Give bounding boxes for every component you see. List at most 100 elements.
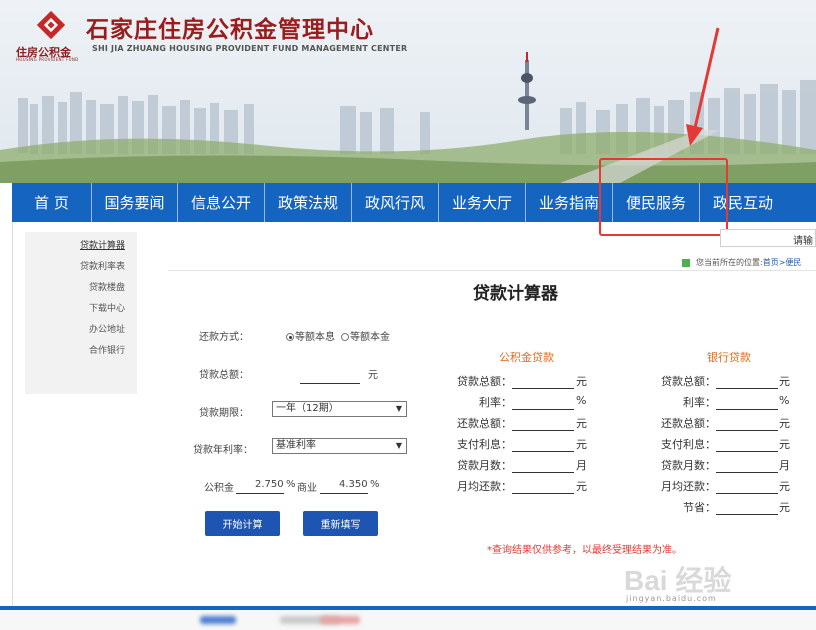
fund-rate-unit: % <box>286 479 296 490</box>
logo-text-en: HOUSING PROVIDENT FUND <box>16 57 79 62</box>
sidebar-item-loan-calculator[interactable]: 贷款计算器 <box>80 238 125 251</box>
radio-unchecked-icon[interactable] <box>341 333 349 341</box>
bank-row-unit: 元 <box>779 375 790 388</box>
fund-row-unit: 月 <box>576 459 587 472</box>
bank-row-label: 还款总额： <box>661 417 716 430</box>
bank-row-value-field <box>716 430 778 431</box>
bank-row-label: 节省： <box>683 501 716 514</box>
nav-item-conduct[interactable]: 政风行风 <box>352 183 439 222</box>
breadcrumb: 您当前所在的位置:首页>便民 <box>682 257 801 268</box>
page: 住房公积金 HOUSING PROVIDENT FUND 石家庄住房公积金管理中… <box>0 0 816 630</box>
bank-row-unit: 元 <box>779 501 790 514</box>
bank-loan-heading: 银行贷款 <box>707 351 751 364</box>
page-title: 贷款计算器 <box>473 284 558 304</box>
nav-item-news[interactable]: 国务要闻 <box>92 183 178 222</box>
nav-item-service-hall[interactable]: 业务大厅 <box>439 183 526 222</box>
loan-amount-label: 贷款总额： <box>199 370 249 381</box>
fund-row-unit: 元 <box>576 417 587 430</box>
repay-method-label: 还款方式： <box>199 332 249 343</box>
sidebar: 贷款计算器 贷款利率表 贷款楼盘 下载中心 办公地址 合作银行 <box>25 232 137 394</box>
fund-rate-input[interactable]: 2.750 <box>255 479 284 490</box>
rate-label: 贷款年利率： <box>193 445 253 456</box>
bank-row-label: 贷款月数： <box>661 459 716 472</box>
dropdown-caret-icon: ▼ <box>395 441 402 450</box>
nav-item-info-disclosure[interactable]: 信息公开 <box>178 183 265 222</box>
fund-row-label: 利率： <box>479 396 512 409</box>
loan-amount-input[interactable] <box>300 383 360 384</box>
bank-row-label: 支付利息： <box>661 438 716 451</box>
breadcrumb-home-link[interactable]: 首页 <box>763 258 779 267</box>
loan-term-value: 一年（12期） <box>276 403 339 414</box>
fund-row-value-field <box>512 451 574 452</box>
header-banner: 住房公积金 HOUSING PROVIDENT FUND 石家庄住房公积金管理中… <box>0 0 816 183</box>
location-icon <box>682 258 690 267</box>
fund-row-unit: 元 <box>576 438 587 451</box>
bank-row-value-field <box>716 409 778 410</box>
fund-row-unit: 元 <box>576 375 587 388</box>
fund-row-value-field <box>512 409 574 410</box>
bank-row-value-field <box>716 451 778 452</box>
rate-select[interactable]: 基准利率 ▼ <box>272 438 407 454</box>
dropdown-caret-icon: ▼ <box>395 404 402 413</box>
loan-term-select[interactable]: 一年（12期） ▼ <box>272 401 407 417</box>
reset-button[interactable]: 重新填写 <box>303 511 378 536</box>
nav-item-home[interactable]: 首 页 <box>12 183 92 222</box>
footer-blurred-text <box>320 616 360 624</box>
repay-option-equal-installment-label: 等额本息 <box>295 332 335 343</box>
bank-row-unit: 元 <box>779 417 790 430</box>
fund-loan-heading: 公积金贷款 <box>499 351 554 364</box>
fund-row-value-field <box>512 472 574 473</box>
commercial-rate-unit: % <box>370 479 380 490</box>
breadcrumb-current-link[interactable]: 便民 <box>785 258 801 267</box>
breadcrumb-prefix: 您当前所在的位置: <box>696 258 763 267</box>
fund-row-value-field <box>512 493 574 494</box>
bank-row-value-field <box>716 388 778 389</box>
radio-checked-icon[interactable] <box>286 333 294 341</box>
fund-row-label: 还款总额： <box>457 417 512 430</box>
footer-blurred-logo <box>200 616 236 624</box>
bank-row-value-field <box>716 514 778 515</box>
bank-row-label: 月均还款： <box>661 480 716 493</box>
repay-option-equal-principal-label: 等额本金 <box>350 332 390 343</box>
rate-value: 基准利率 <box>276 440 316 451</box>
sidebar-item-partner-banks[interactable]: 合作银行 <box>89 343 125 356</box>
fund-rate-underline <box>236 493 284 494</box>
site-title: 石家庄住房公积金管理中心 <box>86 16 374 43</box>
content-frame-left <box>12 222 13 608</box>
fund-row-label: 月均还款： <box>457 480 512 493</box>
sidebar-item-rate-table[interactable]: 贷款利率表 <box>80 259 125 272</box>
fund-row-value-field <box>512 430 574 431</box>
commercial-rate-label: 商业 <box>297 483 317 494</box>
commercial-rate-underline <box>320 493 368 494</box>
repay-option-equal-installment[interactable]: 等额本息 <box>286 328 335 343</box>
content-divider <box>168 270 816 271</box>
search-input[interactable]: 请输 <box>720 229 816 247</box>
footer <box>0 610 816 630</box>
fund-row-unit: % <box>576 394 587 407</box>
bank-row-unit: 月 <box>779 459 790 472</box>
fund-row-label: 支付利息： <box>457 438 512 451</box>
watermark-url: jingyan.baidu.com <box>626 594 717 603</box>
bank-row-unit: % <box>779 394 790 407</box>
bank-row-label: 利率： <box>683 396 716 409</box>
housing-fund-logo-icon <box>36 10 66 40</box>
highlight-box <box>599 158 728 236</box>
fund-row-label: 贷款总额： <box>457 375 512 388</box>
fund-row-value-field <box>512 388 574 389</box>
fund-row-label: 贷款月数： <box>457 459 512 472</box>
site-title-en: SHI JIA ZHUANG HOUSING PROVIDENT FUND MA… <box>92 44 408 53</box>
sidebar-item-office-address[interactable]: 办公地址 <box>89 322 125 335</box>
commercial-rate-input[interactable]: 4.350 <box>339 479 368 490</box>
watermark-text: Bai 经验 <box>624 564 731 596</box>
disclaimer-text: *查询结果仅供参考，以最终受理结果为准。 <box>487 545 682 556</box>
fund-rate-label: 公积金 <box>204 483 234 494</box>
nav-item-policies[interactable]: 政策法规 <box>265 183 352 222</box>
bank-row-label: 贷款总额： <box>661 375 716 388</box>
bank-row-unit: 元 <box>779 438 790 451</box>
repay-option-equal-principal[interactable]: 等额本金 <box>341 328 390 343</box>
sidebar-item-download-center[interactable]: 下载中心 <box>89 301 125 314</box>
bank-row-unit: 元 <box>779 480 790 493</box>
loan-term-label: 贷款期限： <box>199 408 249 419</box>
start-calculation-button[interactable]: 开始计算 <box>205 511 280 536</box>
sidebar-item-loan-properties[interactable]: 贷款楼盘 <box>89 280 125 293</box>
